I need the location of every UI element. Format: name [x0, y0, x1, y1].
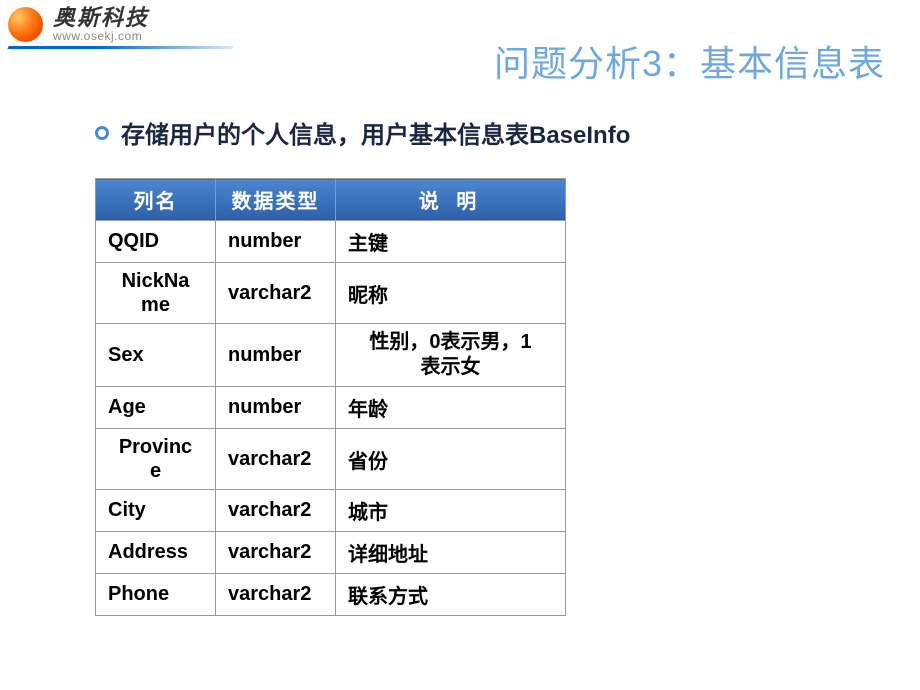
cell-col-type: varchar2 — [216, 532, 336, 574]
bullet-text: 存储用户的个人信息，用户基本信息表BaseInfo — [121, 115, 630, 150]
slide-title: 问题分析3：基本信息表 — [494, 35, 885, 87]
table-header-row: 列名 数据类型 说 明 — [96, 179, 566, 221]
cell-col-desc: 详细地址 — [336, 532, 566, 574]
table-row: Cityvarchar2城市 — [96, 490, 566, 532]
cell-col-desc: 省份 — [336, 429, 566, 490]
bullet-icon — [95, 126, 109, 140]
logo-underline — [7, 46, 233, 49]
table-row: Addressvarchar2详细地址 — [96, 532, 566, 574]
header-col-desc: 说 明 — [336, 179, 566, 221]
cell-col-desc: 联系方式 — [336, 574, 566, 616]
cell-col-type: varchar2 — [216, 429, 336, 490]
cell-col-desc: 城市 — [336, 490, 566, 532]
cell-col-type: varchar2 — [216, 263, 336, 324]
cell-col-desc: 主键 — [336, 221, 566, 263]
logo-title: 奥斯科技 — [53, 5, 149, 31]
cell-col-type: varchar2 — [216, 574, 336, 616]
table-row: Sexnumber性别，0表示男，1表示女 — [96, 324, 566, 387]
cell-col-desc: 年龄 — [336, 387, 566, 429]
cell-col-name: Address — [96, 532, 216, 574]
cell-col-desc: 昵称 — [336, 263, 566, 324]
cell-col-name: NickName — [96, 263, 216, 324]
table-row: Phonevarchar2联系方式 — [96, 574, 566, 616]
table-row: QQIDnumber主键 — [96, 221, 566, 263]
cell-col-name: Age — [96, 387, 216, 429]
table-row: Provincevarchar2省份 — [96, 429, 566, 490]
logo-icon — [8, 7, 43, 42]
cell-col-name: QQID — [96, 221, 216, 263]
header-col-name: 列名 — [96, 179, 216, 221]
logo-text-block: 奥斯科技 www.osekj.com — [53, 5, 149, 44]
table-row: NickNamevarchar2昵称 — [96, 263, 566, 324]
content-area: 存储用户的个人信息，用户基本信息表BaseInfo 列名 数据类型 说 明 QQ… — [0, 60, 920, 616]
header-col-type: 数据类型 — [216, 179, 336, 221]
cell-col-desc: 性别，0表示男，1表示女 — [336, 324, 566, 387]
cell-col-name: Province — [96, 429, 216, 490]
cell-col-type: number — [216, 324, 336, 387]
cell-col-type: number — [216, 387, 336, 429]
schema-table: 列名 数据类型 说 明 QQIDnumber主键NickNamevarchar2… — [95, 178, 566, 616]
logo-url: www.osekj.com — [53, 29, 149, 43]
cell-col-name: Phone — [96, 574, 216, 616]
bullet-row: 存储用户的个人信息，用户基本信息表BaseInfo — [95, 115, 825, 150]
table-row: Agenumber年龄 — [96, 387, 566, 429]
header: 奥斯科技 www.osekj.com 问题分析3：基本信息表 — [0, 0, 920, 60]
cell-col-type: varchar2 — [216, 490, 336, 532]
cell-col-type: number — [216, 221, 336, 263]
cell-col-name: Sex — [96, 324, 216, 387]
cell-col-name: City — [96, 490, 216, 532]
table-body: QQIDnumber主键NickNamevarchar2昵称Sexnumber性… — [96, 221, 566, 616]
